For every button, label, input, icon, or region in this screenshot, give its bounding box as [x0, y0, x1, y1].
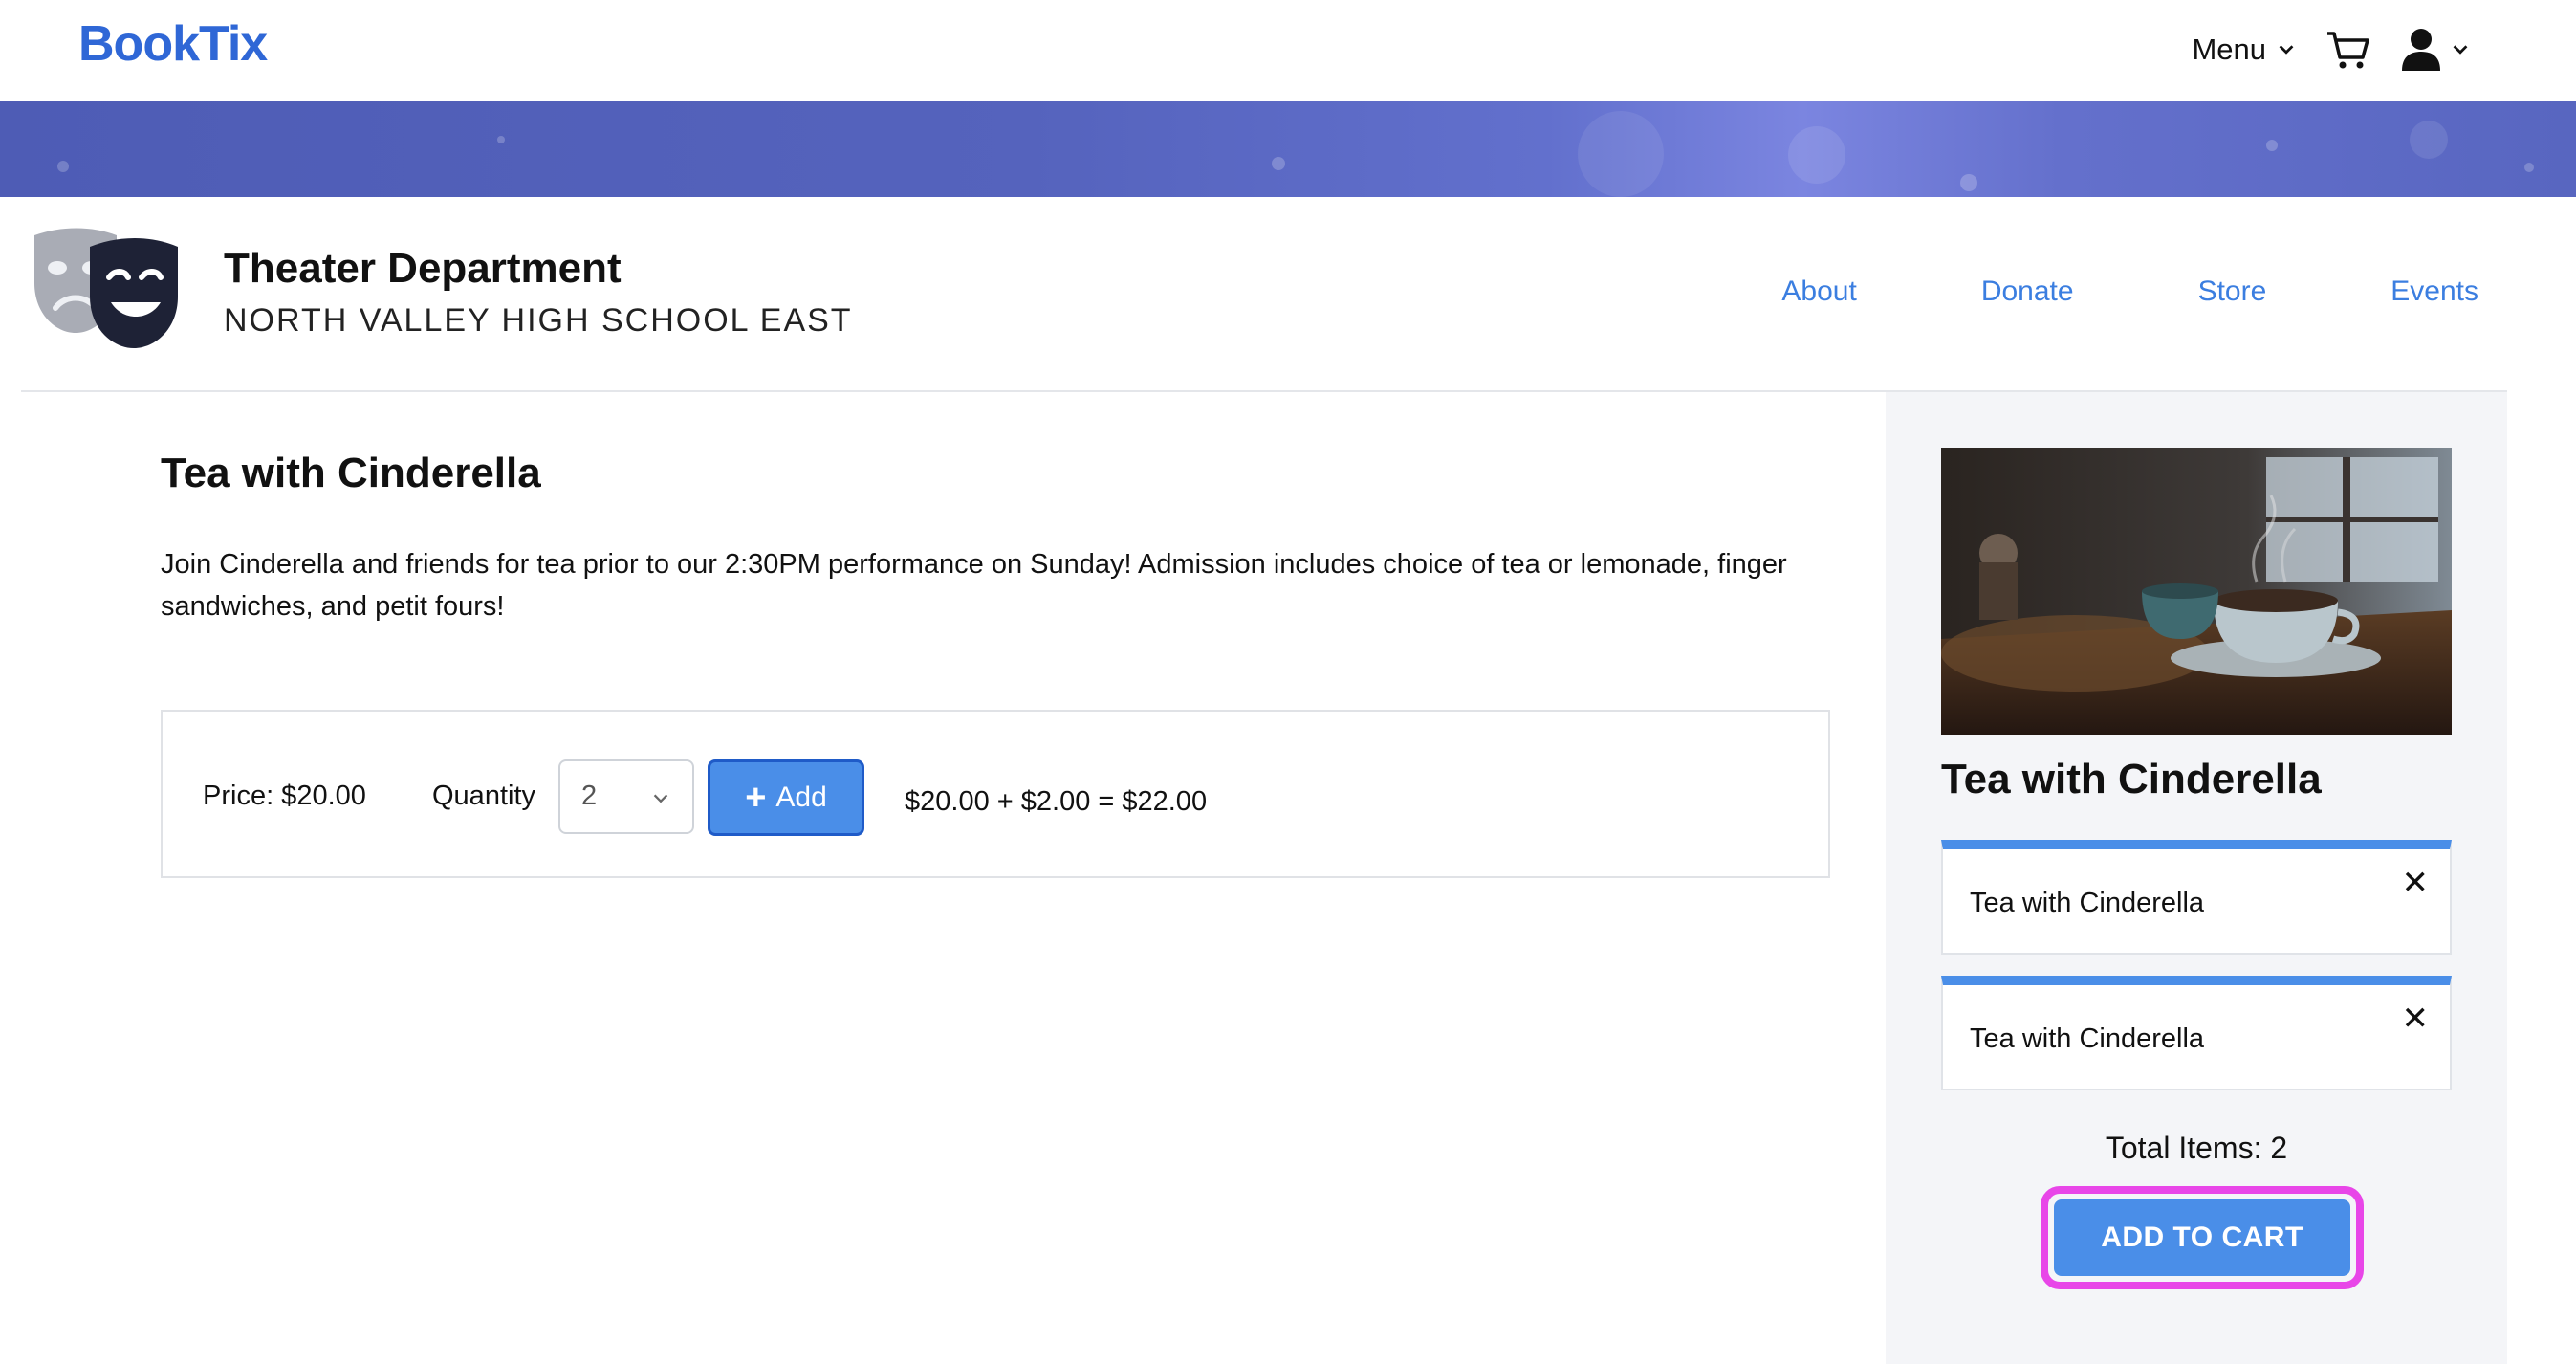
cart-item-name: Tea with Cinderella	[1970, 1023, 2205, 1054]
sidebar-event-title: Tea with Cinderella	[1941, 756, 2322, 803]
plus-icon: +	[745, 778, 767, 818]
total-items: Total Items: 2	[2105, 1131, 2288, 1165]
org-nav-about[interactable]: About	[1781, 275, 1856, 308]
org-nav-store[interactable]: Store	[2198, 275, 2267, 308]
ticket-selector: Price: $20.00 Quantity 2 + Add $20.00 + …	[161, 710, 1830, 878]
chevron-down-icon	[2453, 45, 2468, 55]
event-description: Join Cinderella and friends for tea prio…	[161, 549, 1787, 622]
menu-label: Menu	[2192, 33, 2266, 66]
add-to-cart-highlight: ADD TO CART	[2041, 1186, 2364, 1289]
user-menu-button[interactable]	[2400, 27, 2471, 73]
event-image	[1941, 448, 2452, 735]
theater-masks-icon	[34, 228, 178, 348]
chevron-down-icon	[2279, 45, 2294, 55]
event-title: Tea with Cinderella	[161, 450, 541, 496]
chevron-down-icon	[653, 794, 668, 803]
top-right-controls: Menu	[2192, 21, 2471, 78]
quantity-label: Quantity	[432, 781, 535, 811]
price-calculation: $20.00 + $2.00 = $22.00	[905, 786, 1208, 817]
org-nav: About Donate Store Events	[1657, 275, 2478, 308]
org-nav-donate[interactable]: Donate	[1981, 275, 2074, 308]
org-school: NORTH VALLEY HIGH SCHOOL EAST	[224, 302, 853, 339]
user-icon	[2402, 29, 2440, 71]
top-navbar: BookTix Menu	[0, 0, 2576, 101]
quantity-value: 2	[581, 781, 598, 811]
cart-item: Tea with Cinderella ✕	[1941, 976, 2452, 1090]
add-button-label: Add	[775, 781, 827, 813]
cart-item: Tea with Cinderella ✕	[1941, 840, 2452, 955]
brand-logo[interactable]: BookTix	[78, 15, 268, 73]
hero-banner	[0, 101, 2576, 197]
cart-item-name: Tea with Cinderella	[1970, 888, 2205, 918]
add-button[interactable]: + Add	[708, 759, 864, 836]
close-icon[interactable]: ✕	[2402, 1002, 2430, 1035]
org-name: Theater Department	[224, 245, 622, 292]
quantity-select[interactable]: 2	[558, 759, 694, 834]
menu-dropdown-button[interactable]: Menu	[2192, 33, 2297, 67]
cart-icon[interactable]	[2325, 29, 2371, 71]
add-to-cart-button[interactable]: ADD TO CART	[2054, 1199, 2350, 1276]
org-nav-events[interactable]: Events	[2390, 275, 2478, 308]
price-label: Price: $20.00	[203, 781, 366, 811]
cart-sidebar: Tea with Cinderella Tea with Cinderella …	[1886, 392, 2507, 1364]
org-header: Theater Department NORTH VALLEY HIGH SCH…	[21, 197, 2507, 392]
close-icon[interactable]: ✕	[2402, 867, 2430, 899]
